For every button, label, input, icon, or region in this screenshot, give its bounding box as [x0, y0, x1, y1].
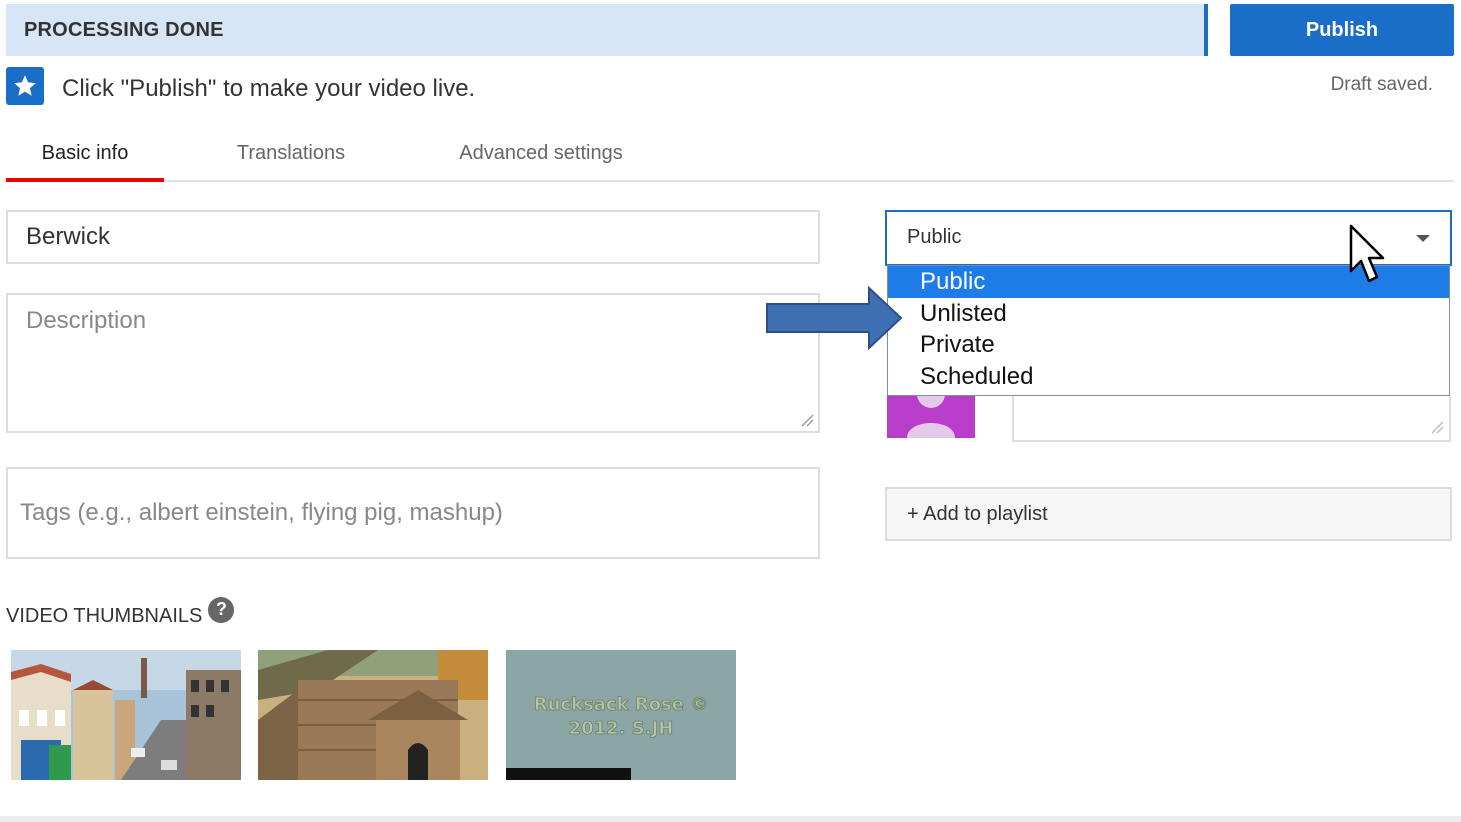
avatar	[887, 396, 975, 438]
caret-down-icon	[1416, 235, 1430, 242]
mouse-cursor-icon	[1349, 224, 1385, 283]
thumbnail-street[interactable]	[11, 650, 241, 780]
privacy-option-scheduled[interactable]: Scheduled	[888, 361, 1449, 393]
add-to-playlist-button[interactable]: + Add to playlist	[885, 487, 1452, 541]
thumbnail-stone-building[interactable]	[258, 650, 488, 780]
title-input[interactable]	[6, 210, 820, 264]
thumbnail-caption-line: Rucksack Rose ©	[534, 694, 709, 715]
privacy-option-unlisted[interactable]: Unlisted	[888, 298, 1449, 330]
thumbnail-caption-line: 2012. S.JH	[569, 718, 674, 739]
help-icon[interactable]: ?	[208, 596, 235, 623]
publish-hint-text: Click "Publish" to make your video live.	[62, 75, 476, 102]
description-input[interactable]	[6, 293, 820, 433]
star-icon	[6, 67, 44, 105]
processing-status-bar: PROCESSING DONE	[6, 4, 1208, 56]
video-thumbnails-heading: VIDEO THUMBNAILS ?	[6, 596, 235, 628]
tab-bar: Basic info Translations Advanced setting…	[6, 126, 1454, 182]
message-box[interactable]	[1012, 396, 1451, 442]
tab-advanced-settings[interactable]: Advanced settings	[436, 126, 646, 180]
privacy-option-private[interactable]: Private	[888, 329, 1449, 361]
draft-status: Draft saved.	[1330, 74, 1433, 95]
resize-grip-icon[interactable]	[800, 413, 814, 427]
tags-input[interactable]	[6, 467, 820, 559]
tab-translations[interactable]: Translations	[216, 126, 366, 180]
tab-basic-info[interactable]: Basic info	[6, 126, 164, 182]
arrow-right-icon	[766, 286, 903, 350]
processing-status-text: PROCESSING DONE	[24, 19, 224, 41]
publish-button[interactable]: Publish	[1230, 4, 1454, 56]
thumbnail-title-card[interactable]: Rucksack Rose © 2012. S.JH	[506, 650, 736, 780]
bottom-divider	[0, 816, 1461, 822]
video-thumbnails-label: VIDEO THUMBNAILS	[6, 605, 203, 627]
privacy-selected-value: Public	[907, 226, 962, 248]
resize-grip-icon[interactable]	[1430, 420, 1444, 434]
